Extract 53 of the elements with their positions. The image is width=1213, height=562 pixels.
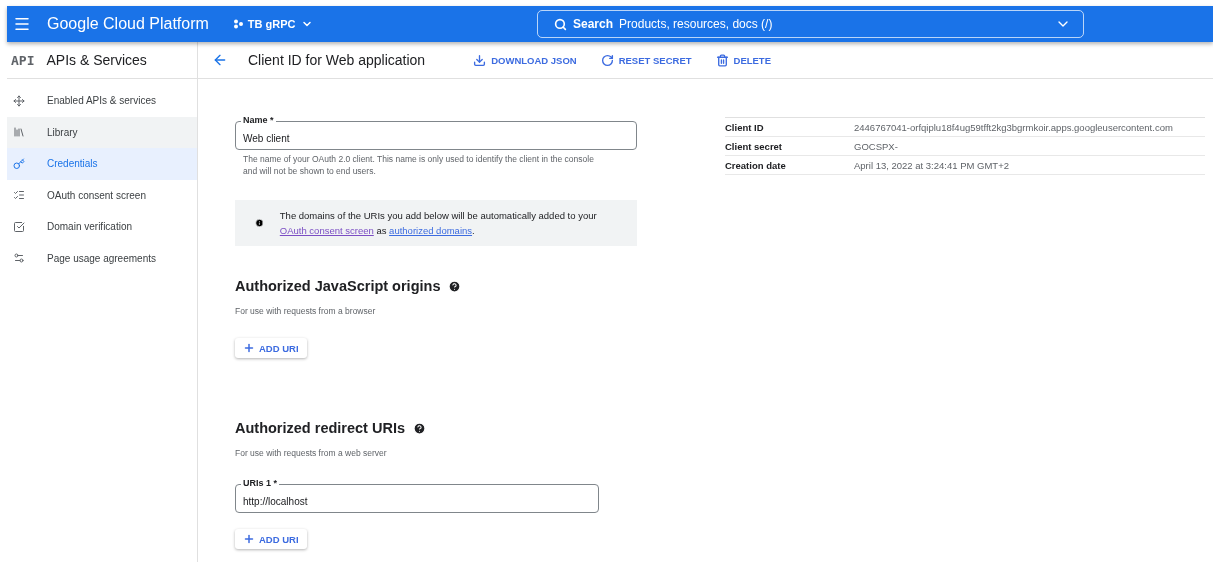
move-icon: [13, 94, 25, 107]
api-label: API: [11, 52, 35, 68]
plus-icon: [243, 533, 255, 546]
trash-icon: [715, 53, 729, 67]
sidebar-item[interactable]: OAuth consent screen: [7, 179, 197, 211]
add-uri-button[interactable]: ADD URI: [235, 529, 307, 550]
toolbar-action[interactable]: RESET SECRET: [600, 53, 692, 67]
product-name: Google Cloud Platform: [47, 15, 209, 33]
menu-icon[interactable]: [13, 15, 31, 33]
field-value: http://localhost: [243, 496, 308, 508]
refresh-icon: [600, 53, 614, 67]
back-arrow-icon[interactable]: [212, 52, 228, 68]
help-icon[interactable]: [448, 279, 462, 293]
info-text: The domains of the URIs you add below will be automatically added to your OAuth consent screen as authorized domains.: [279, 208, 598, 238]
detail-value: 2446767041-orfqiplu18f4ug59tfft2kg3bgrmkoir.apps.googleusercontent.com: [854, 121, 1174, 133]
key-icon: [13, 157, 25, 170]
field-label: URIs 1 *: [241, 478, 279, 489]
sidebar-item[interactable]: Enabled APIs & services: [7, 85, 197, 117]
detail-label: Client secret: [725, 140, 784, 152]
sidebar-item[interactable]: Credentials: [7, 148, 197, 180]
detail-label: Client ID: [725, 121, 765, 133]
section-subtitle: For use with requests from a web server: [235, 448, 387, 459]
project-selector[interactable]: TB gRPC: [226, 17, 319, 31]
consent-link[interactable]: OAuth consent screen: [279, 224, 374, 236]
download-icon: [473, 53, 487, 67]
page-title: Client ID for Web application: [248, 52, 426, 68]
field-value: Web client: [243, 133, 290, 144]
project-icon: [232, 19, 243, 29]
library-icon: [13, 126, 25, 139]
sidebar-item[interactable]: Page usage agreements: [7, 242, 197, 274]
search-label: Search: [573, 17, 614, 31]
detail-value: April 13, 2022 at 3:24:41 PM GMT+2: [854, 159, 1010, 171]
toolbar-action[interactable]: DOWNLOAD JSON: [473, 53, 577, 67]
plus-icon: [243, 342, 255, 355]
search-placeholder: Products, resources, docs (/): [619, 17, 773, 31]
section-subtitle: For use with requests from a browser: [235, 306, 376, 317]
search-field[interactable]: Search Products, resources, docs (/): [537, 10, 1084, 38]
sidebar-item[interactable]: Library: [7, 116, 197, 148]
help-icon[interactable]: [413, 421, 426, 435]
checkbox-icon: [13, 220, 25, 233]
sliders-icon: [13, 252, 25, 265]
field-label: Name *: [241, 115, 276, 125]
section-title: Authorized JavaScript origins: [235, 278, 441, 295]
search-icon: [554, 17, 567, 31]
toolbar-action[interactable]: DELETE: [715, 53, 771, 67]
detail-label: Creation date: [725, 159, 787, 171]
add-uri-button[interactable]: ADD URI: [235, 338, 307, 359]
help-text: The name of your OAuth 2.0 client. This name is only used to identify the client in the console and will not be shown to end users.: [243, 154, 595, 178]
sidebar-title: APIs & Services: [46, 52, 147, 68]
sidebar-item[interactable]: Domain verification: [7, 211, 197, 243]
checklist-icon: [13, 189, 25, 202]
section-title: Authorized redirect URIs: [235, 420, 405, 437]
detail-value: GOCSPX-: [854, 140, 899, 152]
